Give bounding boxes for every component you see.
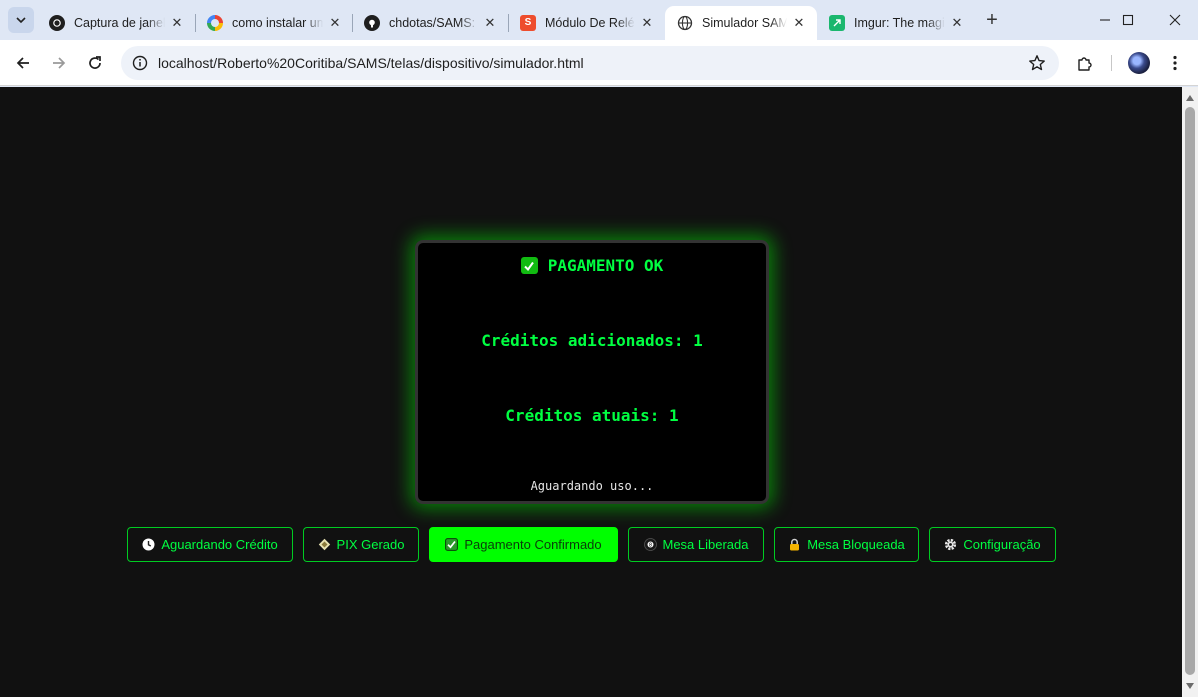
globe-icon — [677, 15, 693, 31]
pool-ball-icon: 8 — [643, 538, 657, 551]
status-text: Aguardando uso... — [530, 479, 654, 493]
reload-icon — [89, 56, 101, 69]
scrollbar-thumb[interactable] — [1185, 107, 1195, 675]
close-icon[interactable]: ✕ — [639, 15, 655, 31]
menu-button[interactable] — [1162, 50, 1188, 76]
scroll-up-arrow[interactable] — [1186, 95, 1194, 101]
tab-strip: Captura de janela ✕ como instalar um ✕ c… — [0, 0, 1198, 40]
lock-icon — [788, 538, 801, 551]
toolbar-divider — [1111, 55, 1112, 71]
close-window-icon — [1169, 14, 1181, 26]
scroll-down-arrow[interactable] — [1186, 683, 1194, 689]
credits-current-text: Créditos atuais: 1 — [505, 406, 679, 425]
browser-toolbar: localhost/Roberto%20Coritiba/SAMS/telas/… — [0, 40, 1198, 86]
close-window-button[interactable] — [1152, 7, 1198, 33]
mode-label: Mesa Bloqueada — [807, 537, 905, 552]
mode-mesa-liberada-button[interactable]: 8 Mesa Liberada — [628, 527, 764, 562]
back-button[interactable] — [10, 50, 36, 76]
mode-label: PIX Gerado — [336, 537, 405, 552]
tab-shopee[interactable]: S Módulo De Relé 5V ✕ — [508, 6, 665, 40]
kebab-menu-icon — [1173, 55, 1177, 71]
mode-aguardando-credito-button[interactable]: Aguardando Crédito — [127, 527, 293, 562]
credits-added-text: Créditos adicionados: 1 — [481, 331, 703, 350]
close-icon[interactable]: ✕ — [327, 15, 343, 31]
mode-label: Pagamento Confirmado — [464, 537, 602, 552]
tab-title: Módulo De Relé 5V — [545, 16, 635, 30]
chevron-down-icon — [16, 17, 26, 24]
url-text[interactable]: localhost/Roberto%20Coritiba/SAMS/telas/… — [158, 55, 584, 71]
mode-configuracao-button[interactable]: Configuração — [929, 527, 1056, 562]
tab-title: Imgur: The magic of — [854, 16, 945, 30]
mode-label: Mesa Liberada — [662, 537, 749, 552]
tab-google[interactable]: como instalar um ✕ — [195, 6, 353, 40]
new-tab-button[interactable]: + — [980, 9, 1004, 33]
tab-title: Captura de janela — [74, 16, 165, 30]
page-viewport: PAGAMENTO OK Créditos adicionados: 1 Cré… — [0, 87, 1198, 697]
bookmark-star-icon[interactable] — [1027, 53, 1047, 73]
tab-title: Simulador SAMS — [702, 16, 787, 30]
mode-label: Configuração — [963, 537, 1041, 552]
check-icon — [445, 538, 459, 551]
display-title: PAGAMENTO OK — [418, 256, 766, 275]
extensions-button[interactable] — [1072, 50, 1098, 76]
close-icon[interactable]: ✕ — [791, 15, 807, 31]
close-icon[interactable]: ✕ — [949, 15, 965, 31]
check-icon — [520, 257, 538, 274]
tab-captura[interactable]: Captura de janela ✕ — [37, 6, 195, 40]
arrow-left-icon — [16, 57, 29, 69]
mode-pix-gerado-button[interactable]: PIX Gerado — [303, 527, 419, 562]
reload-button[interactable] — [82, 50, 108, 76]
puzzle-icon — [1078, 57, 1092, 71]
tab-title: como instalar um — [232, 16, 323, 30]
mode-mesa-bloqueada-button[interactable]: Mesa Bloqueada — [774, 527, 919, 562]
mode-label: Aguardando Crédito — [161, 537, 278, 552]
google-icon — [207, 15, 223, 31]
forward-button[interactable] — [46, 50, 72, 76]
arrow-right-icon — [53, 57, 66, 69]
tab-simulador[interactable]: Simulador SAMS ✕ — [665, 6, 817, 40]
display-title-text: PAGAMENTO OK — [547, 256, 664, 275]
site-info-icon[interactable] — [131, 54, 149, 72]
tab-imgur[interactable]: Imgur: The magic of ✕ — [817, 6, 975, 40]
shopee-icon: S — [520, 15, 536, 31]
profile-avatar[interactable] — [1128, 52, 1150, 74]
svg-text:8: 8 — [648, 542, 651, 548]
close-icon[interactable]: ✕ — [169, 15, 185, 31]
tab-github[interactable]: chdotas/SAMS: Sis ✕ — [352, 6, 508, 40]
mode-button-bar: Aguardando Crédito PIX Gerado Pagamento … — [0, 527, 1182, 562]
imgur-icon — [829, 15, 845, 31]
clock-icon — [142, 538, 155, 551]
openai-icon — [49, 15, 65, 31]
tab-search-button[interactable] — [8, 7, 34, 33]
address-bar[interactable]: localhost/Roberto%20Coritiba/SAMS/telas/… — [121, 46, 1059, 80]
tab-title: chdotas/SAMS: Sis — [389, 16, 478, 30]
vertical-scrollbar[interactable] — [1182, 87, 1198, 697]
simulator-display: PAGAMENTO OK Créditos adicionados: 1 Cré… — [415, 240, 769, 504]
maximize-button[interactable] — [1105, 7, 1151, 33]
mode-pagamento-confirmado-button[interactable]: Pagamento Confirmado — [429, 527, 618, 562]
maximize-icon — [1122, 14, 1134, 26]
gear-icon — [944, 538, 957, 551]
github-icon — [364, 15, 380, 31]
pix-icon — [318, 538, 331, 551]
close-icon[interactable]: ✕ — [482, 15, 498, 31]
